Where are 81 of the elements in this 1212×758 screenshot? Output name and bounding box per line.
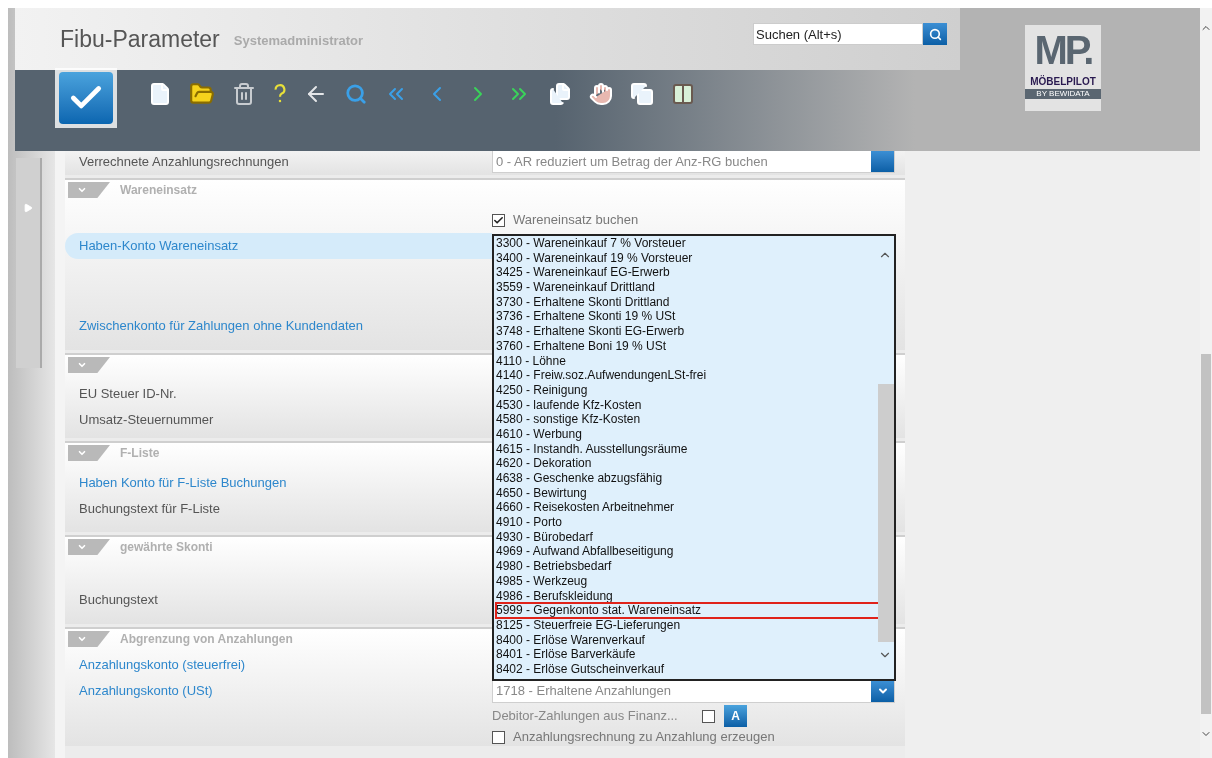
field-label: Haben-Konto Wareneinsatz bbox=[79, 237, 239, 256]
list-option[interactable]: 4620 - Dekoration bbox=[496, 456, 878, 471]
list-option[interactable]: 3559 - Wareneinkauf Drittland bbox=[496, 280, 878, 295]
hand-icon[interactable] bbox=[589, 82, 613, 106]
checkbox-label: Wareneinsatz buchen bbox=[513, 211, 639, 230]
list-option[interactable]: 4530 - laufende Kfz-Kosten bbox=[496, 397, 878, 413]
list-option[interactable]: 4910 - Porto bbox=[496, 515, 878, 530]
search-icon[interactable] bbox=[345, 83, 367, 105]
field-label: Anzahlungskonto (steuerfrei) bbox=[79, 656, 246, 675]
select-field[interactable]: 1718 - Erhaltene Anzahlungen bbox=[492, 679, 895, 703]
list-option[interactable]: 3730 - Erhaltene Skonti Drittland bbox=[496, 294, 878, 310]
list-option[interactable]: 4140 - Freiw.soz.AufwendungenLSt-frei bbox=[496, 368, 878, 383]
list-option[interactable]: 4610 - Werbung bbox=[496, 426, 878, 442]
user-name: Systemadministrator bbox=[233, 32, 364, 51]
columns-icon[interactable] bbox=[671, 82, 695, 106]
list-option[interactable]: 8401 - Erlöse Barverkäufe bbox=[496, 647, 878, 662]
list-option[interactable]: 4638 - Geschenke abzugsfähig bbox=[496, 471, 878, 486]
list-option[interactable]: 3760 - Erhaltene Boni 19 % USt bbox=[496, 338, 878, 354]
caret-icon bbox=[77, 185, 87, 195]
page-scrollbar[interactable] bbox=[1200, 8, 1212, 758]
field-label: Buchungstext für F-Liste bbox=[79, 500, 220, 519]
document-icon[interactable] bbox=[148, 82, 172, 106]
list-option[interactable]: 3400 - Wareneinkauf 19 % Vorsteuer bbox=[496, 250, 878, 266]
checkbox[interactable] bbox=[492, 730, 505, 744]
field-label: Debitor-Zahlungen aus Finanz... bbox=[492, 707, 679, 726]
letter-button[interactable]: A bbox=[724, 705, 747, 727]
list-option[interactable]: 4580 - sonstige Kfz-Kosten bbox=[496, 412, 878, 427]
search-icon bbox=[928, 27, 942, 41]
field-label: Anzahlungskonto (USt) bbox=[79, 682, 213, 701]
checkbox[interactable] bbox=[702, 709, 715, 723]
search-button[interactable] bbox=[923, 23, 947, 45]
company-logo: MP. MÖBELPILOT BY BEWIDATA bbox=[1025, 25, 1101, 111]
list-option[interactable]: 3300 - Wareneinkauf 7 % Vorsteuer bbox=[496, 236, 878, 251]
search-field[interactable]: Suchen (Alt+s) bbox=[753, 23, 923, 45]
expand-arrow-icon bbox=[23, 203, 33, 213]
trash-icon[interactable] bbox=[232, 82, 256, 106]
section-title: F-Liste bbox=[120, 445, 160, 462]
copy-icon[interactable] bbox=[630, 82, 654, 106]
section-title: gewährte Skonti bbox=[120, 539, 213, 556]
list-option[interactable]: 4250 - Reinigung bbox=[496, 382, 878, 398]
section-title: Wareneinsatz bbox=[120, 182, 197, 199]
caret-icon bbox=[77, 634, 87, 644]
field-label: EU Steuer ID-Nr. bbox=[79, 385, 177, 404]
field-label: Umsatz-Steuernummer bbox=[79, 411, 214, 430]
page-title: Fibu-Parameter bbox=[60, 24, 220, 54]
list-option[interactable]: 3748 - Erhaltene Skonti EG-Erwerb bbox=[496, 324, 878, 339]
list-option[interactable]: 3736 - Erhaltene Skonti 19 % USt bbox=[496, 309, 878, 325]
checkbox-label: Anzahlungsrechnung zu Anzahlung erzeugen bbox=[513, 728, 775, 747]
list-option[interactable]: 3425 - Wareneinkauf EG-Erwerb bbox=[496, 265, 878, 281]
list-option[interactable]: 4969 - Aufwand Abfallbeseitigung bbox=[496, 544, 878, 560]
check-icon bbox=[493, 214, 504, 226]
caret-icon bbox=[77, 542, 87, 552]
list-option[interactable]: 4615 - Instandh. Ausstellungsräume bbox=[496, 441, 878, 457]
field-label: Haben Konto für F-Liste Buchungen bbox=[79, 474, 287, 493]
caret-icon bbox=[77, 448, 87, 458]
list-option[interactable]: 4110 - Löhne bbox=[496, 353, 878, 369]
list-option[interactable]: 8125 - Steuerfreie EG-Lieferungen bbox=[496, 617, 878, 633]
caret-icon bbox=[77, 360, 87, 370]
scroll-thumb[interactable] bbox=[878, 384, 894, 642]
list-option[interactable]: 4985 - Werkzeug bbox=[496, 573, 878, 589]
list-option[interactable]: 4986 - Berufskleidung bbox=[496, 588, 878, 604]
list-option[interactable]: 8400 - Erlöse Warenverkauf bbox=[496, 632, 878, 648]
list-option[interactable]: 4930 - Bürobedarf bbox=[496, 529, 878, 545]
confirm-button[interactable] bbox=[55, 68, 117, 128]
field-label: Verrechnete Anzahlungsrechnungen bbox=[78, 154, 290, 170]
field-label: Buchungstext bbox=[79, 591, 158, 610]
list-option[interactable]: 8402 - Erlöse Gutscheinverkauf bbox=[496, 661, 878, 677]
list-option[interactable]: 5999 - Gegenkonto stat. Wareneinsatz bbox=[496, 603, 878, 618]
scroll-thumb[interactable] bbox=[1201, 354, 1211, 714]
field-label: Zwischenkonto für Zahlungen ohne Kundendaten bbox=[79, 317, 364, 336]
help-icon[interactable] bbox=[273, 83, 287, 105]
folder-icon[interactable] bbox=[189, 81, 215, 107]
checkbox[interactable] bbox=[492, 213, 505, 227]
list-option[interactable]: 4980 - Betriebsbedarf bbox=[496, 559, 878, 574]
dropdown-button[interactable] bbox=[871, 680, 894, 702]
documents-icon[interactable] bbox=[548, 82, 572, 106]
dropdown-list[interactable] bbox=[492, 234, 896, 681]
list-option[interactable]: 4660 - Reisekosten Arbeitnehmer bbox=[496, 500, 878, 516]
list-option[interactable]: 4650 - Bewirtung bbox=[496, 485, 878, 501]
section-title: Abgrenzung von Anzahlungen bbox=[120, 631, 293, 648]
select-field[interactable]: 0 - AR reduziert um Betrag der Anz-RG buchen bbox=[492, 150, 895, 173]
